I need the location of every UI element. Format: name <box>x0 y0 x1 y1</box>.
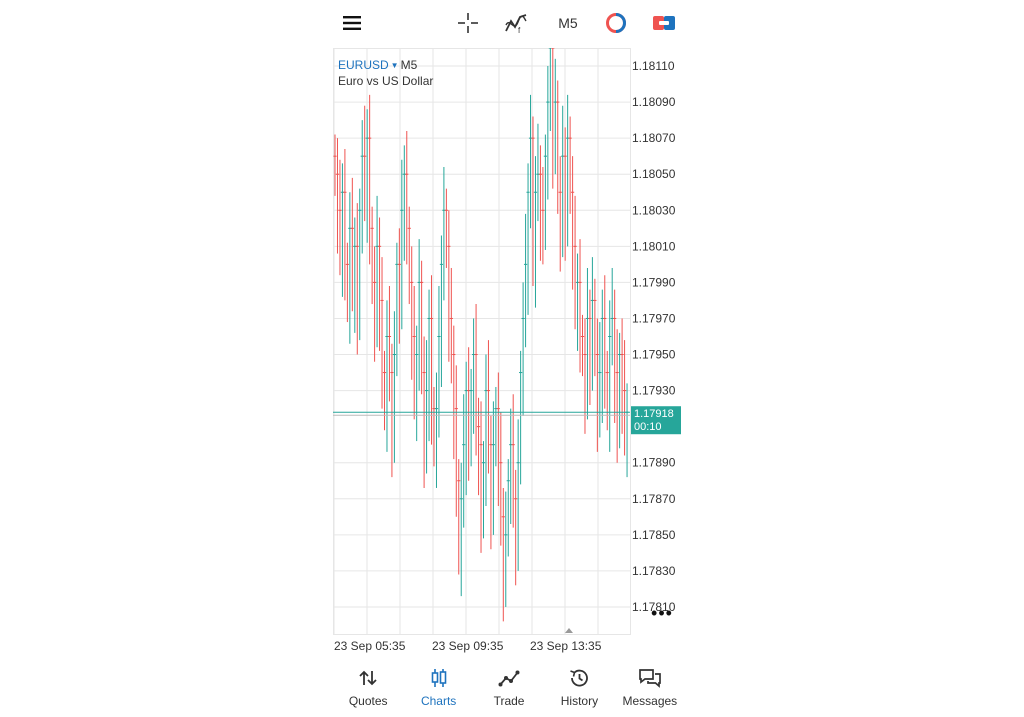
chart-type-button[interactable] <box>603 8 629 38</box>
nav-charts[interactable]: Charts <box>403 660 473 717</box>
nav-quotes[interactable]: Quotes <box>333 660 403 717</box>
menu-button[interactable] <box>339 8 365 38</box>
svg-text:f: f <box>518 26 521 34</box>
more-options-button[interactable]: ••• <box>647 604 677 624</box>
x-tick-label: 23 Sep 05:35 <box>334 639 406 653</box>
one-click-trading-icon <box>653 16 675 30</box>
current-price-label: 1.17918 <box>634 408 674 420</box>
plot-frame <box>333 48 631 635</box>
nav-trade[interactable]: Trade <box>474 660 544 717</box>
y-tick-label: 1.17850 <box>632 528 676 542</box>
chart-shift-marker <box>565 628 573 633</box>
quotes-icon <box>355 666 381 690</box>
charts-icon <box>426 666 452 690</box>
chart-timeframe: M5 <box>400 58 418 72</box>
timeframe-label: M5 <box>558 15 578 31</box>
chart-canvas[interactable]: 1.18110 1.18090 1.18070 1.18050 1.18030 1.180… <box>333 48 685 656</box>
chart-symbol-header[interactable]: EURUSD ▼ M5 <box>338 58 417 72</box>
y-tick-label: 1.17970 <box>632 311 676 325</box>
y-tick-label: 1.18050 <box>632 167 676 181</box>
symbol-name: EURUSD <box>338 58 389 72</box>
x-tick-label: 23 Sep 13:35 <box>530 639 602 653</box>
menu-icon <box>343 16 361 30</box>
indicators-icon: f <box>505 14 527 34</box>
y-tick-label: 1.18110 <box>632 59 675 73</box>
nav-charts-label: Charts <box>420 694 457 708</box>
y-tick-label: 1.17890 <box>632 456 676 470</box>
countdown-label: 00:10 <box>634 421 662 433</box>
top-toolbar: f M5 <box>333 0 685 46</box>
x-tick-label: 23 Sep 09:35 <box>432 639 504 653</box>
y-tick-label: 1.18090 <box>632 95 676 109</box>
y-tick-label: 1.17930 <box>632 384 676 398</box>
messages-icon <box>637 666 663 690</box>
chart-type-icon <box>606 13 626 33</box>
dropdown-arrow-icon: ▼ <box>390 61 399 70</box>
y-tick-label: 1.17870 <box>632 492 676 506</box>
crosshair-button[interactable] <box>455 8 481 38</box>
nav-quotes-label: Quotes <box>348 694 388 708</box>
symbol-description: Euro vs US Dollar <box>338 74 434 88</box>
y-tick-label: 1.17950 <box>632 348 676 362</box>
price-chart[interactable]: 1.18110 1.18090 1.18070 1.18050 1.18030 1.180… <box>333 48 685 656</box>
y-tick-label: 1.18010 <box>632 239 676 253</box>
one-click-trading-button[interactable] <box>651 8 677 38</box>
nav-history[interactable]: History <box>544 660 614 717</box>
nav-history-label: History <box>560 694 599 708</box>
y-tick-label: 1.17990 <box>632 275 676 289</box>
indicators-button[interactable]: f <box>503 8 529 38</box>
nav-trade-label: Trade <box>493 694 525 708</box>
y-tick-label: 1.17830 <box>632 564 676 578</box>
y-tick-label: 1.18030 <box>632 203 676 217</box>
mobile-app: f M5 1.18110 1.18090 1.18070 1.18050 1.18030… <box>333 0 685 717</box>
nav-messages[interactable]: Messages <box>615 660 685 717</box>
nav-messages-label: Messages <box>622 694 678 708</box>
bottom-navigation: Quotes Charts Trade History Messages <box>333 660 685 717</box>
y-tick-label: 1.18070 <box>632 131 676 145</box>
timeframe-button[interactable]: M5 <box>553 8 583 38</box>
trade-icon <box>496 666 522 690</box>
history-icon <box>566 666 592 690</box>
crosshair-icon <box>458 13 478 33</box>
